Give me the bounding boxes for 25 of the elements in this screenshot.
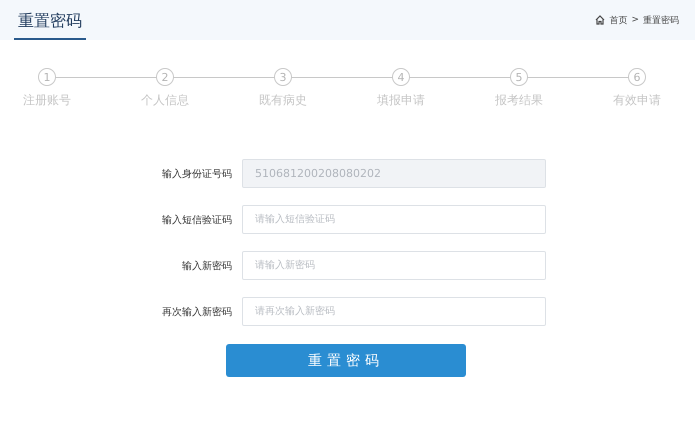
- input-field[interactable]: 请输入新密码: [242, 251, 546, 280]
- step-number: 4: [392, 68, 410, 86]
- breadcrumb-current: 重置密码: [643, 14, 679, 26]
- step-label: 既有病史: [259, 92, 307, 109]
- step-number: 5: [510, 68, 528, 86]
- field-label: 输入短信验证码: [161, 214, 232, 226]
- step-number: 3: [274, 68, 292, 86]
- reset-password-button[interactable]: 重置密码: [226, 344, 466, 377]
- step-number: 6: [628, 68, 646, 86]
- home-icon: [595, 15, 606, 25]
- step-label: 有效申请: [613, 92, 661, 109]
- input-field[interactable]: 请再次输入新密码: [242, 297, 546, 326]
- step-number: 1: [38, 68, 56, 86]
- input-field[interactable]: 请输入短信验证码: [242, 205, 546, 234]
- field-label: 再次输入新密码: [161, 306, 232, 318]
- breadcrumb-link[interactable]: 首页: [609, 14, 628, 26]
- breadcrumb-separator: >: [631, 15, 639, 25]
- page-tab[interactable]: 重置密码: [14, 0, 86, 40]
- step-label: 报考结果: [495, 92, 543, 109]
- step-number: 2: [156, 68, 174, 86]
- step-label: 填报申请: [377, 92, 425, 109]
- field-label: 输入新密码: [181, 260, 232, 272]
- step-label: 个人信息: [141, 92, 189, 109]
- field-label: 输入身份证号码: [161, 168, 232, 180]
- step-label: 注册账号: [23, 92, 71, 109]
